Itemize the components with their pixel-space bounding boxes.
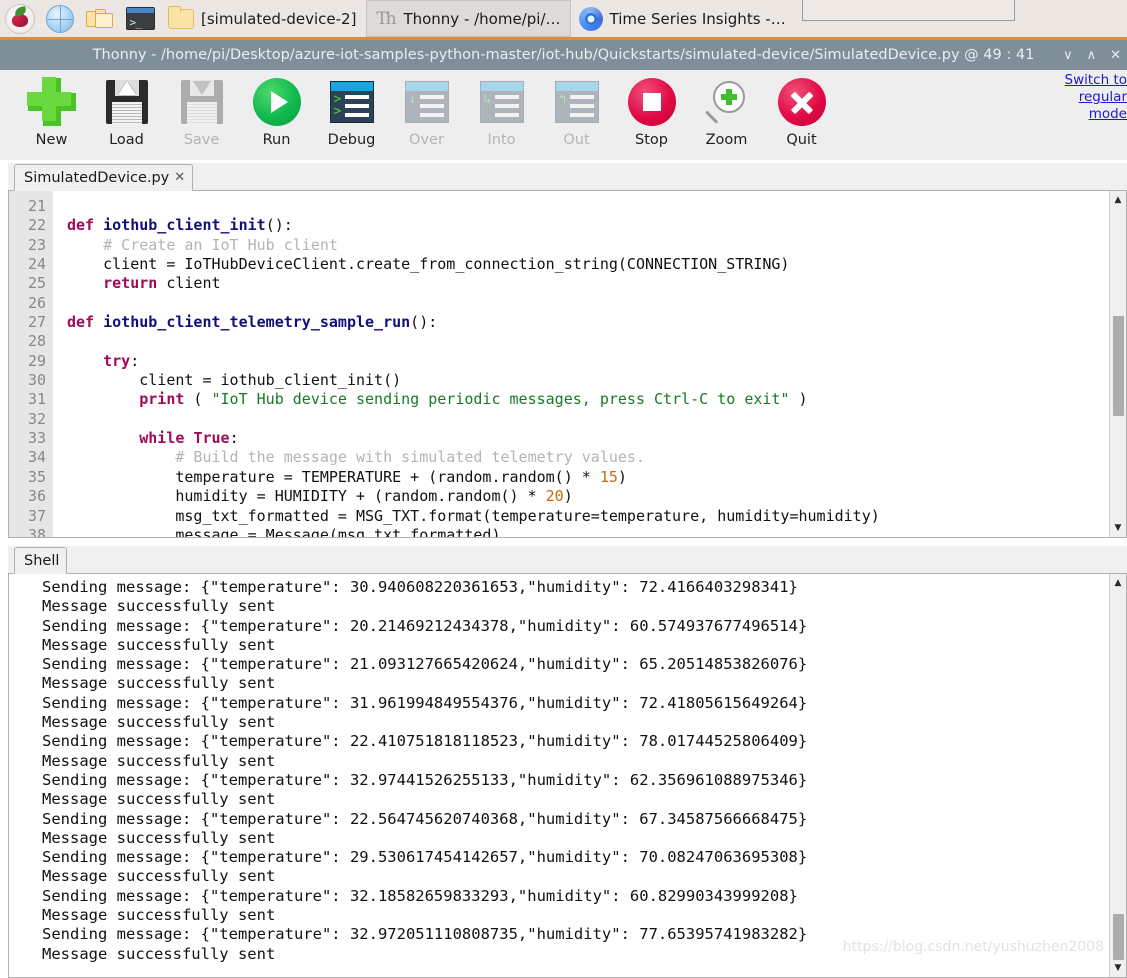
desktop-taskbar: >_ [simulated-device-2] Th Thonny - /hom…	[0, 0, 1127, 40]
run-button-label: Run	[262, 132, 291, 148]
stop-button-label: Stop	[635, 132, 668, 148]
play-icon	[250, 75, 304, 129]
thonny-icon: Th	[376, 8, 396, 29]
switch-mode-line1: Switch to	[1064, 72, 1127, 88]
new-button-label: New	[35, 132, 68, 148]
scroll-up-icon[interactable]: ▲	[1110, 192, 1126, 208]
close-icon[interactable]: ✕	[174, 171, 185, 184]
zoom-button-label: Zoom	[705, 132, 748, 148]
load-button-label: Load	[109, 132, 144, 148]
zoom-button[interactable]: Zoom	[689, 70, 764, 156]
quit-button[interactable]: Quit	[764, 70, 839, 156]
file-manager-icon	[86, 8, 114, 30]
window-titlebar: Thonny - /home/pi/Desktop/azure-iot-samp…	[0, 40, 1127, 70]
switch-mode-line3: mode	[1088, 106, 1127, 122]
shell-tabstrip: Shell	[8, 546, 1127, 574]
step-out-button[interactable]: ↰ Out	[539, 70, 614, 156]
close-circle-icon	[775, 75, 829, 129]
step-into-button-label: Into	[487, 132, 516, 148]
editor-tabstrip: SimulatedDevice.py ✕	[8, 163, 1127, 191]
scroll-down-icon[interactable]: ▼	[1110, 960, 1126, 976]
editor-tab-label: SimulatedDevice.py	[24, 169, 170, 186]
web-browser-icon	[46, 4, 74, 33]
step-over-button[interactable]: ↓ Over	[389, 70, 464, 156]
window-controls: ∨ ∧ ✕	[1063, 40, 1121, 70]
window-title: Thonny - /home/pi/Desktop/azure-iot-samp…	[92, 47, 1035, 63]
maximize-button[interactable]: ∧	[1087, 49, 1097, 62]
scroll-up-icon[interactable]: ▲	[1110, 575, 1126, 591]
shell-tab-label: Shell	[24, 552, 60, 569]
save-button-label: Save	[183, 132, 220, 148]
step-over-icon: ↓	[400, 75, 454, 129]
step-out-button-label: Out	[563, 132, 590, 148]
shell-vertical-scrollbar[interactable]: ▲ ▼	[1109, 574, 1126, 977]
minimize-button[interactable]: ∨	[1063, 49, 1073, 62]
plus-icon	[25, 75, 79, 129]
editor-panel: SimulatedDevice.py ✕ 21 22 23 24 25 26 2…	[8, 163, 1127, 538]
shell-scrollbar-thumb[interactable]	[1113, 914, 1124, 960]
editor-line-numbers: 21 22 23 24 25 26 27 28 29 30 31 32 33 3…	[9, 191, 53, 537]
web-browser-launcher[interactable]	[40, 0, 80, 38]
stop-button[interactable]: Stop	[614, 70, 689, 156]
floppy-save-icon	[175, 75, 229, 129]
quit-button-label: Quit	[786, 132, 817, 148]
floppy-open-icon	[100, 75, 154, 129]
step-out-icon: ↰	[550, 75, 604, 129]
close-button[interactable]: ✕	[1110, 49, 1121, 62]
raspberry-menu-icon	[5, 3, 35, 34]
editor-scrollbar-thumb[interactable]	[1113, 316, 1124, 416]
editor-tab-simulateddevice[interactable]: SimulatedDevice.py ✕	[14, 164, 194, 191]
debug-button[interactable]: > > Debug	[314, 70, 389, 156]
taskbar-item-browser[interactable]: Time Series Insights -…	[571, 0, 796, 37]
chromium-icon	[578, 6, 603, 31]
stop-icon	[625, 75, 679, 129]
terminal-icon: >_	[125, 7, 155, 30]
save-button[interactable]: Save	[164, 70, 239, 156]
taskbar-item-file-manager-label: [simulated-device-2]	[201, 9, 357, 28]
step-over-button-label: Over	[409, 132, 444, 148]
taskbar-item-thonny[interactable]: Th Thonny - /home/pi/…	[366, 0, 571, 37]
taskbar-item-thonny-label: Thonny - /home/pi/…	[403, 9, 561, 28]
load-button[interactable]: Load	[89, 70, 164, 156]
shell-tab[interactable]: Shell	[14, 547, 68, 574]
watermark-text: https://blog.csdn.net/yushuzhen2008	[842, 939, 1104, 955]
editor-vertical-scrollbar[interactable]: ▲ ▼	[1109, 191, 1126, 537]
file-manager-launcher[interactable]	[80, 0, 120, 38]
scroll-down-icon[interactable]: ▼	[1110, 520, 1126, 536]
taskbar-item-file-manager[interactable]: [simulated-device-2]	[160, 0, 366, 37]
taskbar-item-browser-label: Time Series Insights -…	[609, 9, 786, 28]
run-button[interactable]: Run	[239, 70, 314, 156]
switch-mode-line2: regular	[1078, 89, 1127, 105]
taskbar-empty-window-slot[interactable]	[801, 0, 1015, 21]
editor-code-text[interactable]: def iothub_client_init(): # Create an Io…	[53, 191, 1126, 537]
main-toolbar: New Load Save Run > > Debug ↓ Over ↳ Into	[0, 70, 1127, 160]
magnifier-plus-icon	[700, 75, 754, 129]
step-into-icon: ↳	[475, 75, 529, 129]
switch-to-regular-mode-link[interactable]: Switch to regular mode	[1057, 72, 1127, 123]
raspberry-menu-button[interactable]	[0, 0, 40, 38]
shell-panel: Shell Sending message: {"temperature": 3…	[8, 546, 1127, 978]
folder-icon	[168, 5, 194, 29]
shell-output-text[interactable]: Sending message: {"temperature": 30.9406…	[9, 574, 1126, 964]
step-into-button[interactable]: ↳ Into	[464, 70, 539, 156]
terminal-launcher[interactable]: >_	[120, 0, 160, 38]
debug-window-icon: > >	[325, 75, 379, 129]
debug-button-label: Debug	[327, 132, 376, 148]
new-button[interactable]: New	[14, 70, 89, 156]
editor-body[interactable]: 21 22 23 24 25 26 27 28 29 30 31 32 33 3…	[8, 191, 1127, 538]
shell-body[interactable]: Sending message: {"temperature": 30.9406…	[8, 574, 1127, 978]
